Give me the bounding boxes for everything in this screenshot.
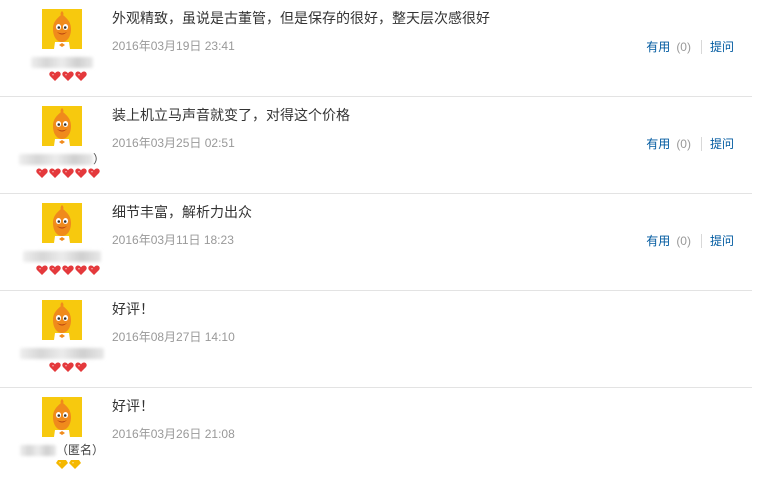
masked-username — [23, 251, 101, 263]
red-heart-gem-icon — [36, 168, 48, 178]
useful-button[interactable]: 有用 — [646, 136, 670, 152]
red-heart-gem-icon — [62, 362, 74, 372]
review-content: 好评！ — [112, 301, 154, 317]
mascot-avatar-icon — [42, 300, 82, 340]
review-content: 细节丰富，解析力出众 — [112, 204, 252, 220]
masked-username — [31, 57, 93, 69]
user-rank — [20, 71, 116, 83]
red-heart-gem-icon — [75, 362, 87, 372]
reply-button[interactable]: 提问 — [710, 233, 734, 249]
avatar[interactable] — [42, 9, 82, 49]
review-item: ） 装上机立马声音就变了，对得这个价格 2016年03月25日 02:51 有用… — [0, 97, 752, 194]
masked-username — [19, 445, 56, 457]
review-date: 2016年03月25日 02:51 — [112, 136, 235, 150]
review-date: 2016年03月19日 23:41 — [112, 39, 235, 53]
user-rank — [20, 265, 116, 277]
reply-button[interactable]: 提问 — [710, 39, 734, 55]
username — [14, 249, 110, 263]
review-actions: 有用 (0) 提问 — [646, 233, 734, 249]
reply-button[interactable]: 提问 — [710, 136, 734, 152]
review-item: 好评！ 2016年08月27日 14:10 — [0, 291, 752, 388]
avatar[interactable] — [42, 300, 82, 340]
user-rank — [20, 362, 116, 374]
username-suffix: ） — [92, 152, 105, 166]
user-rank — [20, 459, 116, 471]
useful-button[interactable]: 有用 — [646, 233, 670, 249]
review-content: 好评！ — [112, 398, 154, 414]
review-item: 细节丰富，解析力出众 2016年03月11日 18:23 有用 (0) 提问 — [0, 194, 752, 291]
review-date: 2016年03月11日 18:23 — [112, 233, 234, 247]
useful-count: (0) — [676, 234, 691, 248]
username: （匿名） — [14, 443, 110, 457]
red-heart-gem-icon — [88, 265, 100, 275]
review-content: 外观精致，虽说是古董管，但是保存的很好，整天层次感很好 — [112, 10, 490, 26]
red-heart-gem-icon — [75, 168, 87, 178]
review-actions: 有用 (0) 提问 — [646, 136, 734, 152]
review-item: （匿名） 好评！ 2016年03月26日 21:08 — [0, 388, 752, 484]
divider — [700, 137, 702, 151]
red-heart-gem-icon — [36, 265, 48, 275]
review-content: 装上机立马声音就变了，对得这个价格 — [112, 107, 350, 123]
red-heart-gem-icon — [88, 168, 100, 178]
user-rank — [20, 168, 116, 180]
username-suffix: （匿名） — [55, 443, 104, 457]
yellow-diamond-icon — [55, 460, 68, 469]
divider — [700, 40, 702, 54]
red-heart-gem-icon — [62, 265, 74, 275]
avatar[interactable] — [42, 397, 82, 437]
useful-button[interactable]: 有用 — [646, 39, 670, 55]
red-heart-gem-icon — [49, 362, 61, 372]
masked-username — [18, 154, 93, 166]
masked-username — [20, 348, 104, 360]
red-heart-gem-icon — [62, 168, 74, 178]
review-actions: 有用 (0) 提问 — [646, 39, 734, 55]
review-date: 2016年03月26日 21:08 — [112, 427, 235, 441]
useful-count: (0) — [676, 40, 691, 54]
username: ） — [14, 152, 110, 166]
red-heart-gem-icon — [49, 265, 61, 275]
avatar[interactable] — [42, 203, 82, 243]
red-heart-gem-icon — [49, 71, 61, 81]
mascot-avatar-icon — [42, 397, 82, 437]
mascot-avatar-icon — [42, 9, 82, 49]
red-heart-gem-icon — [75, 265, 87, 275]
yellow-diamond-icon — [68, 460, 81, 469]
red-heart-gem-icon — [75, 71, 87, 81]
username — [14, 55, 110, 69]
mascot-avatar-icon — [42, 203, 82, 243]
red-heart-gem-icon — [49, 168, 61, 178]
review-list: 外观精致，虽说是古董管，但是保存的很好，整天层次感很好 2016年03月19日 … — [0, 0, 758, 481]
mascot-avatar-icon — [42, 106, 82, 146]
avatar[interactable] — [42, 106, 82, 146]
red-heart-gem-icon — [62, 71, 74, 81]
review-date: 2016年08月27日 14:10 — [112, 330, 235, 344]
username — [14, 346, 110, 360]
useful-count: (0) — [676, 137, 691, 151]
divider — [700, 234, 702, 248]
review-item: 外观精致，虽说是古董管，但是保存的很好，整天层次感很好 2016年03月19日 … — [0, 0, 752, 97]
